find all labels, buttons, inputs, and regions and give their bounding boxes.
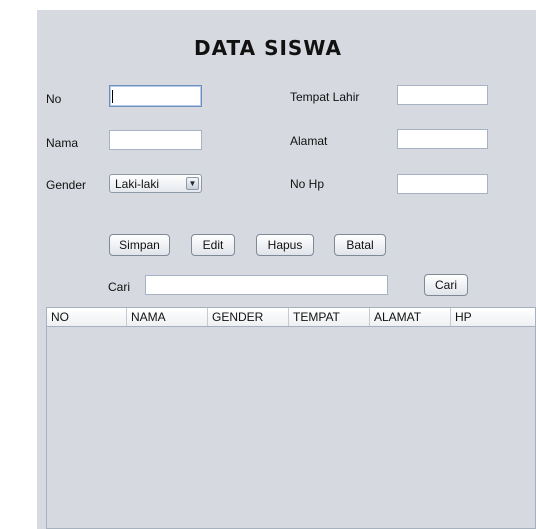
text-caret — [112, 90, 113, 103]
no-label: No — [46, 92, 62, 106]
siswa-table[interactable]: NO NAMA GENDER TEMPAT ALAMAT HP — [46, 307, 536, 529]
nama-label: Nama — [46, 136, 79, 150]
simpan-button[interactable]: Simpan — [109, 234, 170, 256]
batal-button[interactable]: Batal — [334, 234, 386, 256]
table-header: NO NAMA GENDER TEMPAT ALAMAT HP — [47, 308, 535, 327]
tempat-lahir-label: Tempat Lahir — [290, 90, 360, 104]
no-hp-label: No Hp — [290, 177, 325, 191]
tempat-lahir-input[interactable] — [397, 85, 488, 105]
page-title: DATA SISWA — [194, 36, 342, 60]
column-header-tempat[interactable]: TEMPAT — [289, 308, 370, 326]
column-header-gender[interactable]: GENDER — [208, 308, 289, 326]
column-header-alamat[interactable]: ALAMAT — [370, 308, 451, 326]
no-input[interactable] — [109, 85, 202, 107]
hapus-button[interactable]: Hapus — [256, 234, 314, 256]
alamat-input[interactable] — [397, 129, 488, 149]
search-input[interactable] — [145, 275, 388, 295]
cari-button[interactable]: Cari — [424, 274, 468, 296]
column-header-no[interactable]: NO — [47, 308, 127, 326]
gender-selected-value: Laki-laki — [115, 177, 160, 191]
nama-input[interactable] — [109, 130, 202, 150]
edit-button[interactable]: Edit — [191, 234, 235, 256]
gender-select[interactable]: Laki-laki ▼ — [109, 174, 202, 193]
cari-label: Cari — [108, 280, 131, 294]
alamat-label: Alamat — [290, 134, 328, 148]
column-header-nama[interactable]: NAMA — [127, 308, 208, 326]
gender-label: Gender — [46, 178, 87, 192]
column-header-hp[interactable]: HP — [451, 308, 535, 326]
no-hp-input[interactable] — [397, 174, 488, 194]
chevron-down-icon[interactable]: ▼ — [186, 177, 199, 190]
